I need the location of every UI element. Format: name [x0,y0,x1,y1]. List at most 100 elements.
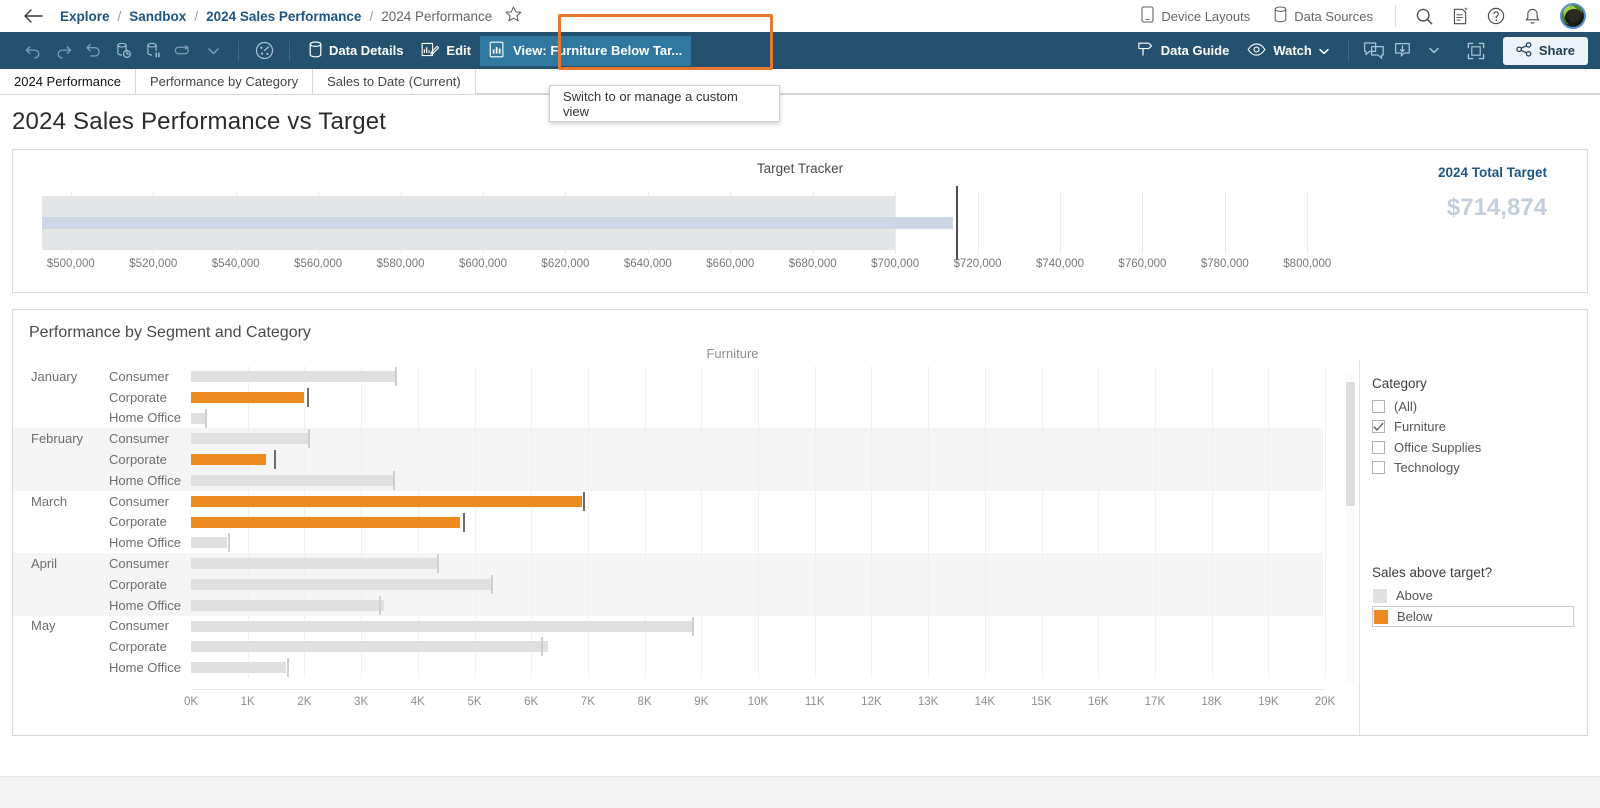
bullet-bar[interactable] [191,474,394,486]
bullet-row[interactable]: Corporate [13,573,1326,595]
bullet-row[interactable]: March Consumer [13,490,1326,512]
bullet-bar[interactable] [191,412,205,424]
gridline [417,366,419,387]
bell-icon[interactable] [1516,0,1548,32]
bullet-bar[interactable] [191,641,548,653]
segment-rows[interactable]: January Consumer Corporate Home Office Febru… [13,366,1326,678]
gridline [814,407,816,429]
bullet-row[interactable]: Corporate [13,386,1326,408]
data-sources-label: Data Sources [1294,8,1373,24]
breadcrumb-item-workbook[interactable]: 2024 Sales Performance [206,9,361,24]
database-icon [1274,6,1287,26]
data-sources-button[interactable]: Data Sources [1264,2,1383,30]
bullet-row[interactable]: January Consumer [13,366,1326,387]
actual-bar[interactable] [42,217,953,229]
category-filter-options[interactable]: (All) Furniture Office Supplies Technology [1372,396,1587,478]
gridline [984,657,986,678]
target-tracker-plot[interactable] [42,186,1332,260]
breadcrumb-item-sandbox[interactable]: Sandbox [129,9,186,24]
gridline [984,366,986,387]
revert-icon[interactable] [78,37,108,65]
month-label: January [31,368,78,384]
gridline [701,469,703,491]
data-details-button[interactable]: Data Details [300,36,412,66]
legend-item-above[interactable]: Above [1372,585,1574,606]
caret-down-icon[interactable] [1419,37,1449,65]
note-star-icon[interactable]: * [1444,0,1476,32]
bullet-row[interactable]: April Consumer [13,553,1326,574]
bullet-row[interactable]: Corporate [13,636,1326,658]
custom-view-button[interactable]: View: Furniture Below Tar... [479,35,692,66]
segment-label: Corporate [109,452,167,468]
bullet-row[interactable]: Home Office [13,532,1326,554]
legend-items[interactable]: Above Below [1372,585,1574,627]
gridline [644,366,646,387]
category-filter-option-furniture[interactable]: Furniture [1372,417,1587,438]
back-arrow-icon[interactable] [20,3,46,29]
gridline [984,511,986,533]
gridline [1098,636,1100,658]
checkbox-icon[interactable] [1372,399,1385,413]
device-layouts-button[interactable]: Device Layouts [1131,2,1260,30]
bullet-row[interactable]: Home Office [13,657,1326,678]
bullet-bar[interactable] [191,391,304,403]
bullet-track [191,490,1326,512]
bullet-row[interactable]: Corporate [13,511,1326,533]
category-filter-option-technology[interactable]: Technology [1372,458,1587,479]
search-icon[interactable] [1408,0,1440,32]
bullet-bar[interactable] [191,558,440,570]
tab-performance-by-category[interactable]: Performance by Category [135,69,314,94]
checkbox-checked-icon[interactable] [1372,420,1385,434]
bullet-bar[interactable] [191,454,267,466]
gridline [1041,490,1043,512]
gridline [1154,366,1156,387]
gridline [1325,553,1326,574]
avatar[interactable] [1560,3,1586,29]
bullet-bar[interactable] [191,433,309,445]
bullet-bar[interactable] [191,578,494,590]
checkbox-icon[interactable] [1372,461,1385,475]
bullet-bar[interactable] [191,662,287,674]
bullet-row[interactable]: Corporate [13,449,1326,470]
bullet-bar[interactable] [191,516,461,528]
help-circle-icon[interactable] [1480,0,1512,32]
bullet-bar[interactable] [191,495,583,507]
bullet-bar[interactable] [191,620,695,632]
edit-button[interactable]: Edit [412,36,480,66]
vertical-scrollbar-thumb[interactable] [1346,382,1355,506]
share-button[interactable]: Share [1502,36,1588,65]
bullet-row[interactable]: May Consumer [13,615,1326,637]
tab-2024-performance[interactable]: 2024 Performance [0,69,136,94]
redo-icon[interactable] [48,37,78,65]
undo-icon[interactable] [18,37,48,65]
watch-button[interactable]: Watch [1238,37,1338,65]
bullet-row[interactable]: Home Office [13,469,1326,491]
caret-down-icon[interactable] [198,37,228,65]
gridline [1098,490,1100,512]
breadcrumb-item-explore[interactable]: Explore [60,9,110,24]
axis-tick-label: $640,000 [623,258,672,270]
category-filter-option-office-supplies[interactable]: Office Supplies [1372,437,1587,458]
checkbox-icon[interactable] [1372,440,1385,454]
axis-tick-label: 17K [1144,696,1166,708]
data-guide-button[interactable]: Data Guide [1127,35,1239,66]
bullet-bar[interactable] [191,537,228,549]
bullet-row[interactable]: Home Office [13,407,1326,429]
comment-icon[interactable] [1359,37,1389,65]
download-icon[interactable] [1389,37,1419,65]
view-original-icon[interactable] [168,37,198,65]
fullscreen-icon[interactable] [1461,37,1491,65]
bullet-row[interactable]: Home Office [13,594,1326,616]
legend-item-below[interactable]: Below [1372,606,1574,627]
metrics-icon[interactable] [249,37,279,65]
segment-label: Home Office [109,410,182,426]
gridline [928,553,930,574]
category-filter-option-all[interactable]: (All) [1372,396,1587,417]
bullet-bar[interactable] [191,599,384,611]
refresh-data-icon[interactable] [108,37,138,65]
star-icon[interactable] [504,5,523,27]
bullet-row[interactable]: February Consumer [13,428,1326,450]
bullet-bar[interactable] [191,371,396,382]
tab-sales-to-date[interactable]: Sales to Date (Current) [313,69,476,94]
pause-data-icon[interactable] [138,37,168,65]
